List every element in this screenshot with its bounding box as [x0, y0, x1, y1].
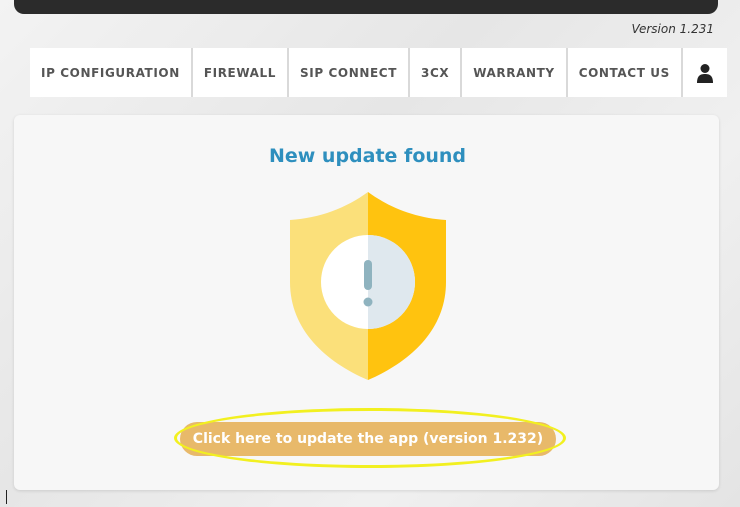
- nav-3cx[interactable]: 3CX: [410, 48, 463, 97]
- nav-contact-us[interactable]: CONTACT US: [567, 48, 683, 97]
- shield-warning-icon: [290, 192, 446, 380]
- top-bar: [14, 0, 718, 14]
- nav-warranty[interactable]: WARRANTY: [462, 48, 568, 97]
- main-nav: IP CONFIGURATION FIREWALL SIP CONNECT 3C…: [30, 48, 727, 97]
- nav-ip-configuration[interactable]: IP CONFIGURATION: [30, 48, 193, 97]
- version-label: Version 1.231: [631, 22, 714, 36]
- user-icon: [696, 63, 713, 83]
- user-menu-button[interactable]: [682, 48, 727, 97]
- update-app-button[interactable]: Click here to update the app (version 1.…: [180, 422, 556, 456]
- nav-sip-connect[interactable]: SIP CONNECT: [289, 48, 410, 97]
- text-cursor: [6, 490, 7, 504]
- nav-firewall[interactable]: FIREWALL: [192, 48, 290, 97]
- update-title: New update found: [268, 145, 467, 167]
